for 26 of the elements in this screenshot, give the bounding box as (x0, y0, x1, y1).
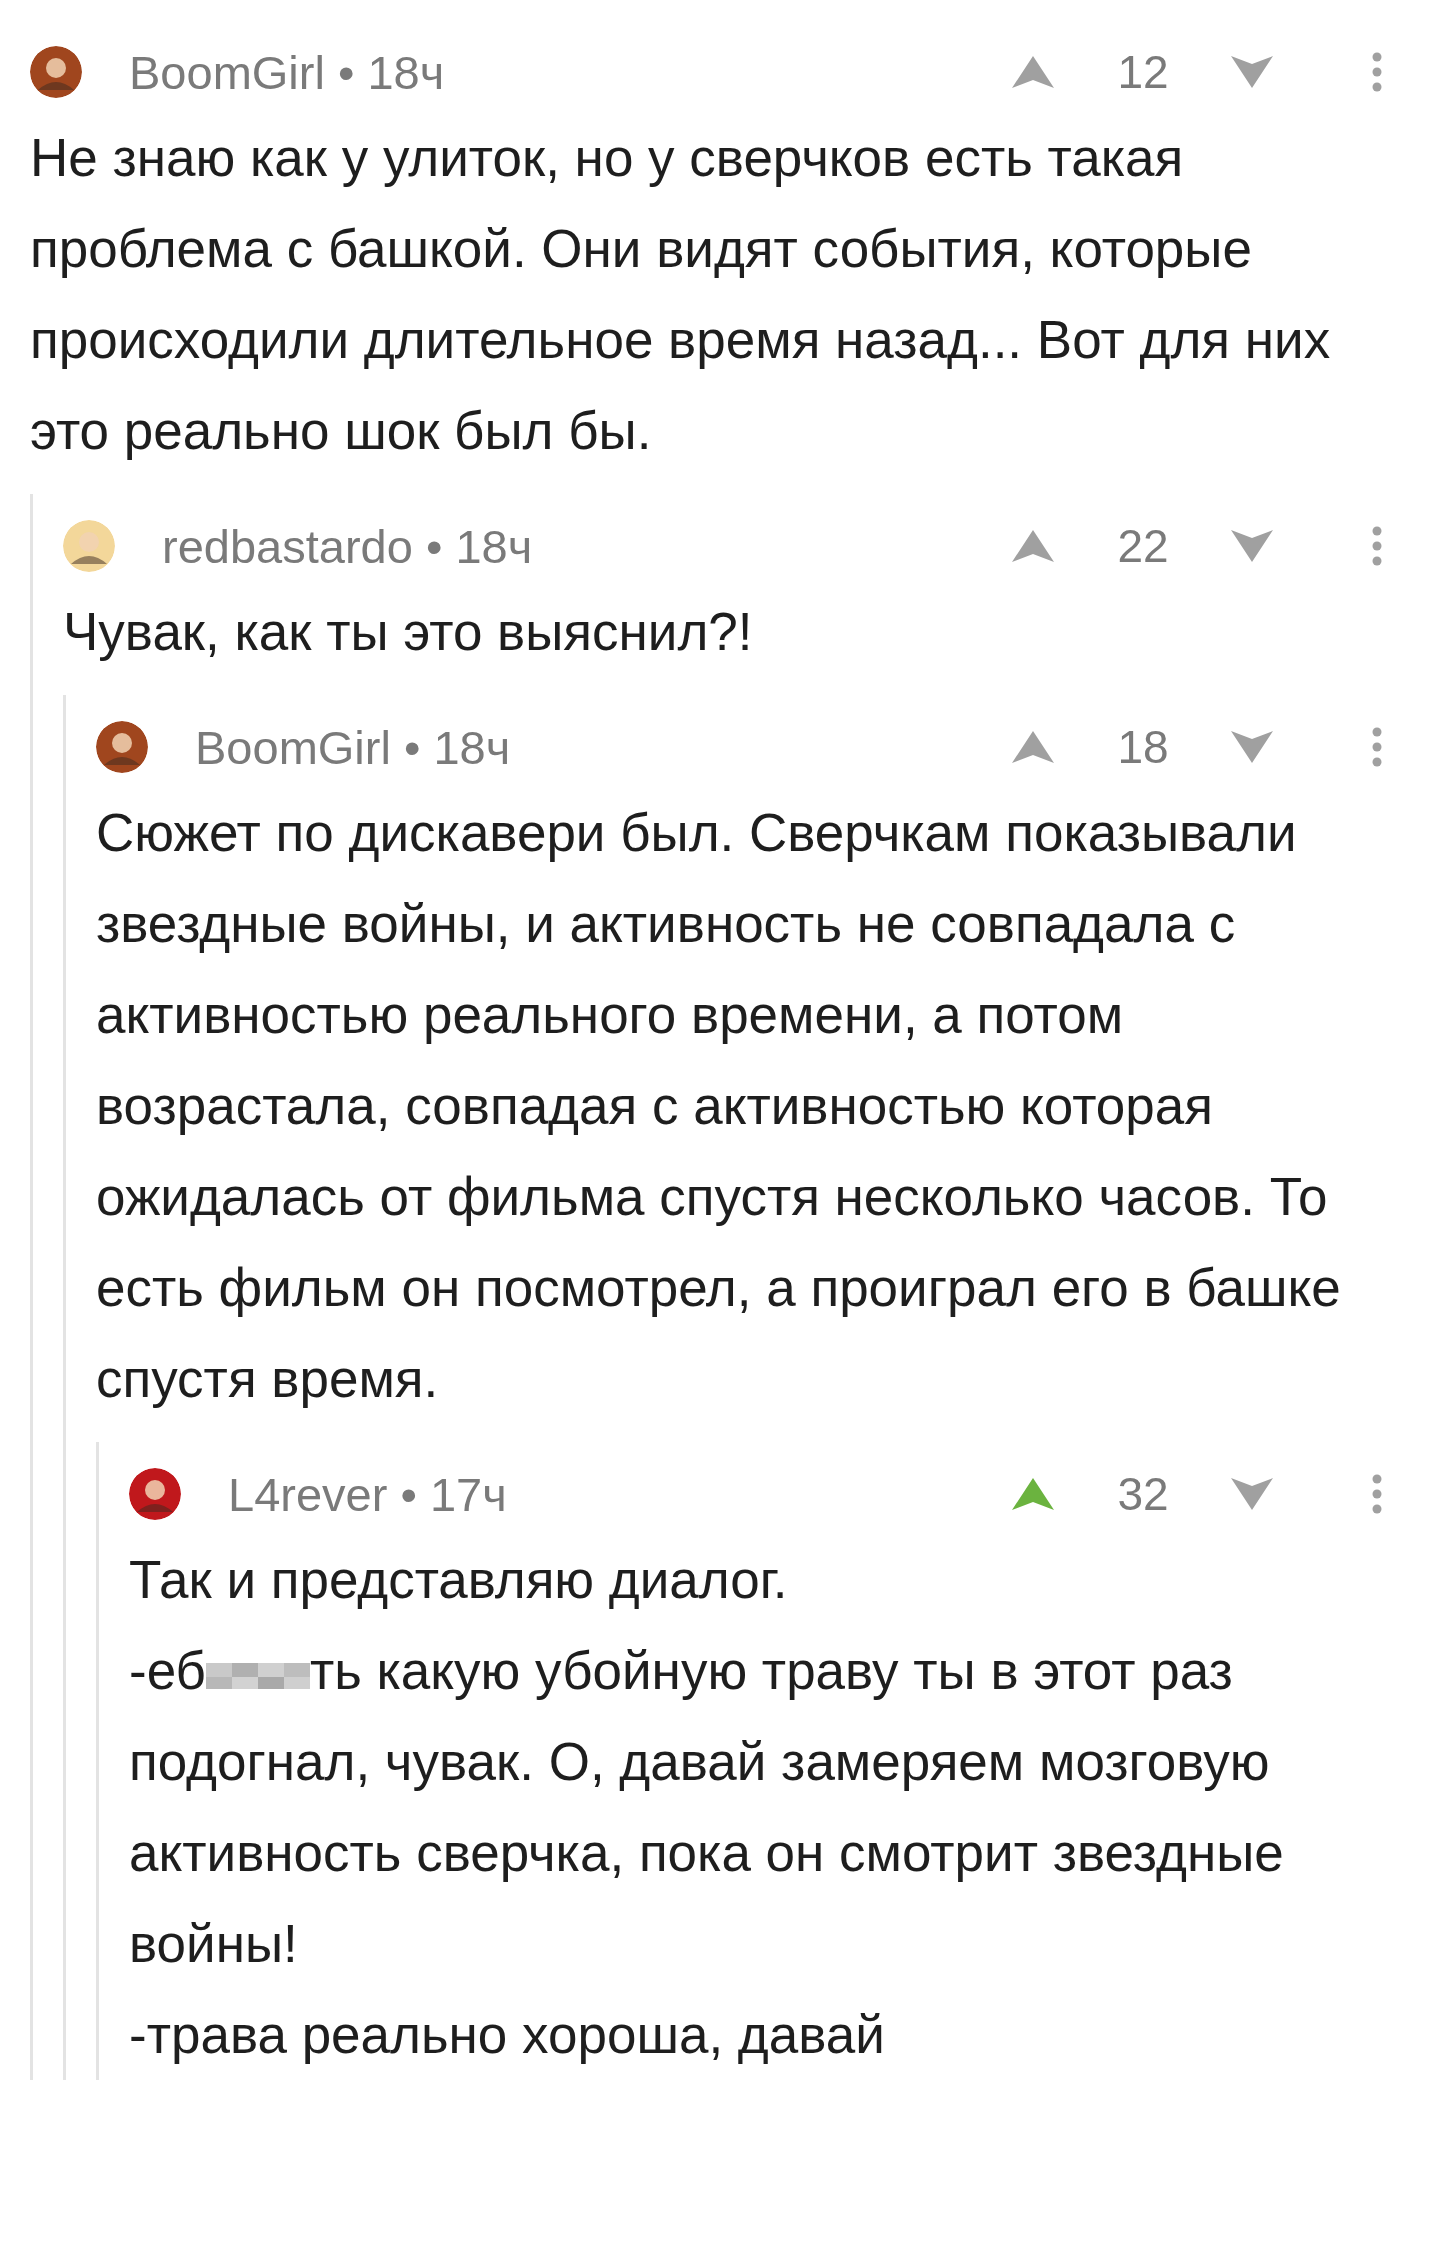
downvote-icon (1229, 528, 1275, 564)
downvote-icon (1229, 54, 1275, 90)
upvote-icon (1010, 1476, 1056, 1512)
comment-text: Не знаю как у улиток, но у сверчков есть такая проблема с башкой. Они видят события, которые происходили длительное время назад... Вот для них это реально шок был бы. (30, 127, 1332, 462)
comment-text: -еб ть какую убойную траву ты в этот раз подогнал, чувак. О, давай замеряем мозговую активность сверчка, пока он смотрит звездные войны! (129, 1640, 1285, 1975)
more-icon (1372, 727, 1382, 767)
comment-text: Так и представляю диалог. (129, 1549, 789, 1611)
more-icon (1372, 526, 1382, 566)
vote-count: 12 (1116, 45, 1170, 99)
vote-count: 18 (1116, 720, 1170, 774)
upvote-icon (1010, 528, 1056, 564)
vote-count: 22 (1116, 519, 1170, 573)
comment-meta: L4rever • 17ч (228, 1466, 508, 1522)
comment-text: -трава реально хороша, давай (129, 2004, 886, 2066)
more-icon (1372, 1474, 1382, 1514)
downvote-icon (1229, 1476, 1275, 1512)
upvote-icon (1010, 54, 1056, 90)
downvote-icon (1229, 729, 1275, 765)
comment-text: Чувак, как ты это выяснил?! (63, 601, 754, 663)
comment-meta: redbastardo • 18ч (162, 518, 534, 574)
comment-meta: BoomGirl • 18ч (129, 44, 446, 100)
more-icon (1372, 52, 1382, 92)
vote-count: 32 (1116, 1467, 1170, 1521)
comment-text: Сюжет по дискавери был. Сверчкам показывали звездные войны, и активность не совпадала с активностью реального времени, а потом возрастала, совпадая с активностью которая ожидалась от фильма спустя несколько часов. То есть фильм он посмотрел, а проиграл его в башке спустя время. (96, 802, 1342, 1410)
upvote-icon (1010, 729, 1056, 765)
comment-meta: BoomGirl • 18ч (195, 719, 512, 775)
